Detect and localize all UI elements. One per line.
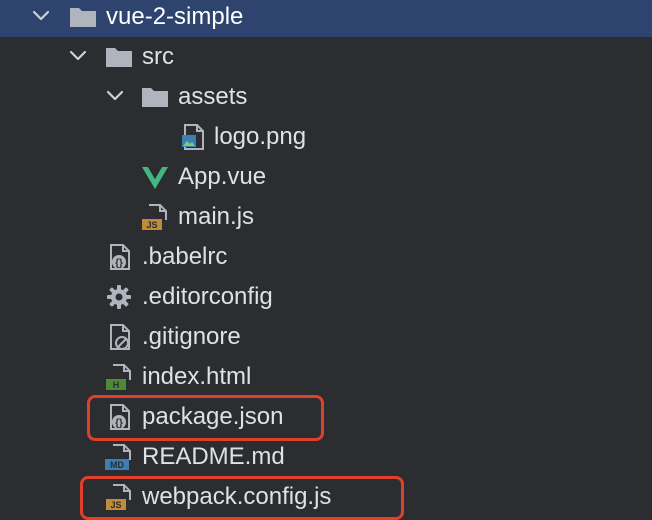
tree-item-assets[interactable]: assets [0, 77, 652, 117]
annotation-highlight-webpack-config [80, 476, 404, 520]
tree-item-gitignore[interactable]: .gitignore [0, 317, 652, 357]
tree-item-label: main.js [178, 203, 255, 230]
tree-item-root[interactable]: vue-2-simple [0, 0, 652, 37]
tree-item-label: logo.png [214, 123, 307, 150]
folder-icon [142, 88, 168, 107]
gear-icon [107, 285, 131, 309]
markdown-file-icon: MD [105, 444, 131, 470]
html-file-icon: H [106, 364, 131, 390]
tree-item-src[interactable]: src [0, 37, 652, 77]
vue-file-icon [142, 167, 168, 189]
js-file-icon: JS [142, 204, 167, 230]
project-tree: vue-2-simple src assets logo.png App.vue… [0, 0, 652, 520]
tree-item-editorconfig[interactable]: .editorconfig [0, 277, 652, 317]
tree-item-label: assets [178, 83, 248, 110]
tree-item-label: README.md [142, 443, 285, 470]
folder-icon [70, 8, 96, 27]
annotation-highlight-package-json [87, 395, 324, 441]
tree-item-readme[interactable]: MD README.md [0, 437, 652, 477]
file-badge: JS [146, 220, 157, 230]
folder-icon [106, 48, 132, 67]
tree-item-logo[interactable]: logo.png [0, 117, 652, 157]
tree-item-main-js[interactable]: JS main.js [0, 197, 652, 237]
tree-item-app-vue[interactable]: App.vue [0, 157, 652, 197]
tree-item-label: src [142, 43, 174, 70]
ignore-file-icon [110, 324, 130, 350]
tree-item-babelrc[interactable]: {} .babelrc [0, 237, 652, 277]
svg-text:{}: {} [115, 258, 123, 269]
tree-item-label: vue-2-simple [106, 3, 244, 30]
chevron-down-icon[interactable] [104, 85, 126, 107]
file-badge: H [113, 380, 120, 390]
config-file-icon: {} [110, 244, 130, 270]
tree-item-label: .babelrc [142, 243, 228, 270]
tree-item-index-html[interactable]: H index.html [0, 357, 652, 397]
tree-item-label: .editorconfig [142, 283, 273, 310]
tree-item-label: App.vue [178, 163, 267, 190]
image-file-icon [182, 124, 204, 150]
tree-item-label: .gitignore [142, 323, 241, 350]
tree-item-label: index.html [142, 363, 252, 390]
chevron-down-icon[interactable] [30, 5, 52, 27]
chevron-down-icon[interactable] [67, 45, 89, 67]
file-badge: MD [110, 460, 124, 470]
